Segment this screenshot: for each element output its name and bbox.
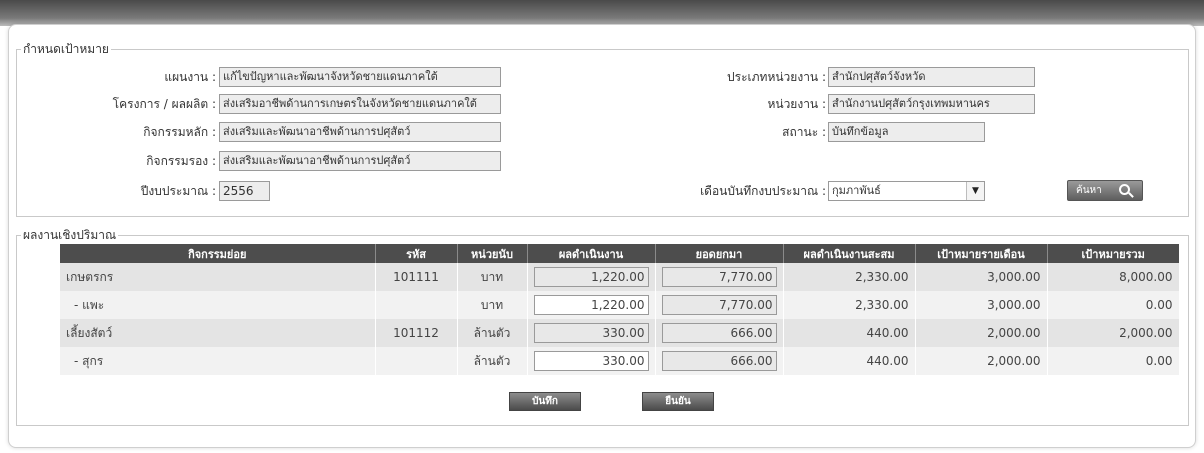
monthly-target-value: 2,000.00 bbox=[915, 319, 1048, 347]
unit-label: หน่วยงาน : bbox=[767, 97, 826, 111]
monthly-target-value: 3,000.00 bbox=[915, 263, 1048, 291]
result-field: 1,220.00 bbox=[533, 267, 649, 287]
result-field: 330.00 bbox=[533, 323, 649, 343]
main-activity-label: กิจกรรมหลัก : bbox=[143, 125, 216, 139]
quantity-legend: ผลงานเชิงปริมาณ bbox=[23, 228, 117, 242]
monthly-target-value: 3,000.00 bbox=[915, 291, 1048, 319]
month-select[interactable]: กุมภาพันธ์ ▼ bbox=[828, 181, 985, 201]
sub-activity-field: ส่งเสริมและพัฒนาอาชีพด้านการปศุสัตว์ bbox=[219, 151, 501, 171]
total-target-value: 8,000.00 bbox=[1047, 263, 1180, 291]
plan-field: แก้ไขปัญหาและพัฒนาจังหวัดชายแดนภาคใต้ bbox=[219, 67, 501, 87]
column-header: กิจกรรมย่อย bbox=[60, 244, 376, 263]
activity-name: เลี้ยงสัตว์ bbox=[60, 319, 376, 347]
column-header: เป้าหมายรายเดือน bbox=[915, 244, 1048, 263]
carried-field: 7,770.00 bbox=[661, 267, 777, 287]
top-header-bar bbox=[0, 0, 1204, 26]
activity-name: - แพะ bbox=[60, 291, 376, 319]
activity-name: - สุกร bbox=[60, 347, 376, 375]
activity-code bbox=[375, 347, 458, 375]
activity-code: 101111 bbox=[375, 263, 458, 291]
table-header-row: กิจกรรมย่อย รหัส หน่วยนับ ผลดำเนินงาน ยอ… bbox=[60, 244, 1179, 263]
month-select-value: กุมภาพันธ์ bbox=[832, 184, 881, 197]
table-row: เลี้ยงสัตว์ 101112 ล้านตัว 330.00 666.00… bbox=[60, 319, 1180, 347]
table-row: เกษตรกร 101111 บาท 1,220.00 7,770.00 2,3… bbox=[60, 263, 1180, 291]
carried-field: 666.00 bbox=[661, 323, 777, 343]
table-row: - สุกร ล้านตัว 330.00 666.00 440.00 2,00… bbox=[60, 347, 1180, 375]
cumulative-value: 2,330.00 bbox=[783, 263, 916, 291]
quantity-table: กิจกรรมย่อย รหัส หน่วยนับ ผลดำเนินงาน ยอ… bbox=[60, 244, 1180, 375]
project-label: โครงการ / ผลผลิต : bbox=[112, 97, 216, 111]
fiscal-year-label: ปีงบประมาณ : bbox=[140, 184, 216, 198]
total-target-value: 0.00 bbox=[1047, 291, 1180, 319]
unit-field: สำนักงานปศุสัตว์กรุงเทพมหานคร bbox=[828, 94, 1035, 114]
project-field: ส่งเสริมอาชีพด้านการเกษตรในจังหวัดชายแดน… bbox=[219, 94, 501, 114]
column-header: เป้าหมายรวม bbox=[1047, 244, 1179, 263]
cumulative-value: 440.00 bbox=[783, 319, 916, 347]
activity-code: 101112 bbox=[375, 319, 458, 347]
carried-field: 666.00 bbox=[661, 351, 777, 371]
activity-unit: ล้านตัว bbox=[457, 319, 528, 347]
activity-code bbox=[375, 291, 458, 319]
activity-name: เกษตรกร bbox=[60, 263, 376, 291]
month-label: เดือนบันทึกงบประมาณ : bbox=[700, 184, 826, 198]
column-header: ผลดำเนินงานสะสม bbox=[783, 244, 916, 263]
plan-label: แผนงาน : bbox=[164, 70, 216, 84]
status-field: บันทึกข้อมูล bbox=[828, 122, 985, 142]
result-input[interactable]: 330.00 bbox=[533, 351, 649, 371]
activity-unit: ล้านตัว bbox=[457, 347, 528, 375]
activity-unit: บาท bbox=[457, 291, 528, 319]
cumulative-value: 440.00 bbox=[783, 347, 916, 375]
target-legend: กำหนดเป้าหมาย bbox=[23, 42, 109, 56]
unit-type-field: สำนักปศุสัตว์จังหวัด bbox=[828, 67, 1035, 87]
column-header: ผลดำเนินงาน bbox=[527, 244, 656, 263]
unit-type-label: ประเภทหน่วยงาน : bbox=[727, 70, 826, 84]
search-button[interactable]: ค้นหา bbox=[1067, 180, 1143, 201]
chevron-down-icon[interactable]: ▼ bbox=[966, 182, 984, 200]
confirm-button[interactable]: ยืนยัน bbox=[642, 392, 714, 411]
status-label: สถานะ : bbox=[782, 125, 826, 139]
fiscal-year-field: 2556 bbox=[219, 181, 270, 201]
activity-unit: บาท bbox=[457, 263, 528, 291]
carried-field: 7,770.00 bbox=[661, 295, 777, 315]
table-row: - แพะ บาท 1,220.00 7,770.00 2,330.00 3,0… bbox=[60, 291, 1180, 319]
column-header: หน่วยนับ bbox=[457, 244, 528, 263]
sub-activity-label: กิจกรรมรอง : bbox=[146, 154, 216, 168]
search-icon bbox=[1119, 184, 1130, 195]
search-button-label: ค้นหา bbox=[1076, 185, 1102, 196]
cumulative-value: 2,330.00 bbox=[783, 291, 916, 319]
save-button[interactable]: บันทึก bbox=[509, 392, 581, 411]
column-header: รหัส bbox=[375, 244, 458, 263]
column-header: ยอดยกมา bbox=[655, 244, 784, 263]
total-target-value: 2,000.00 bbox=[1047, 319, 1180, 347]
total-target-value: 0.00 bbox=[1047, 347, 1180, 375]
monthly-target-value: 2,000.00 bbox=[915, 347, 1048, 375]
result-input[interactable]: 1,220.00 bbox=[533, 295, 649, 315]
main-activity-field: ส่งเสริมและพัฒนาอาชีพด้านการปศุสัตว์ bbox=[219, 122, 501, 142]
